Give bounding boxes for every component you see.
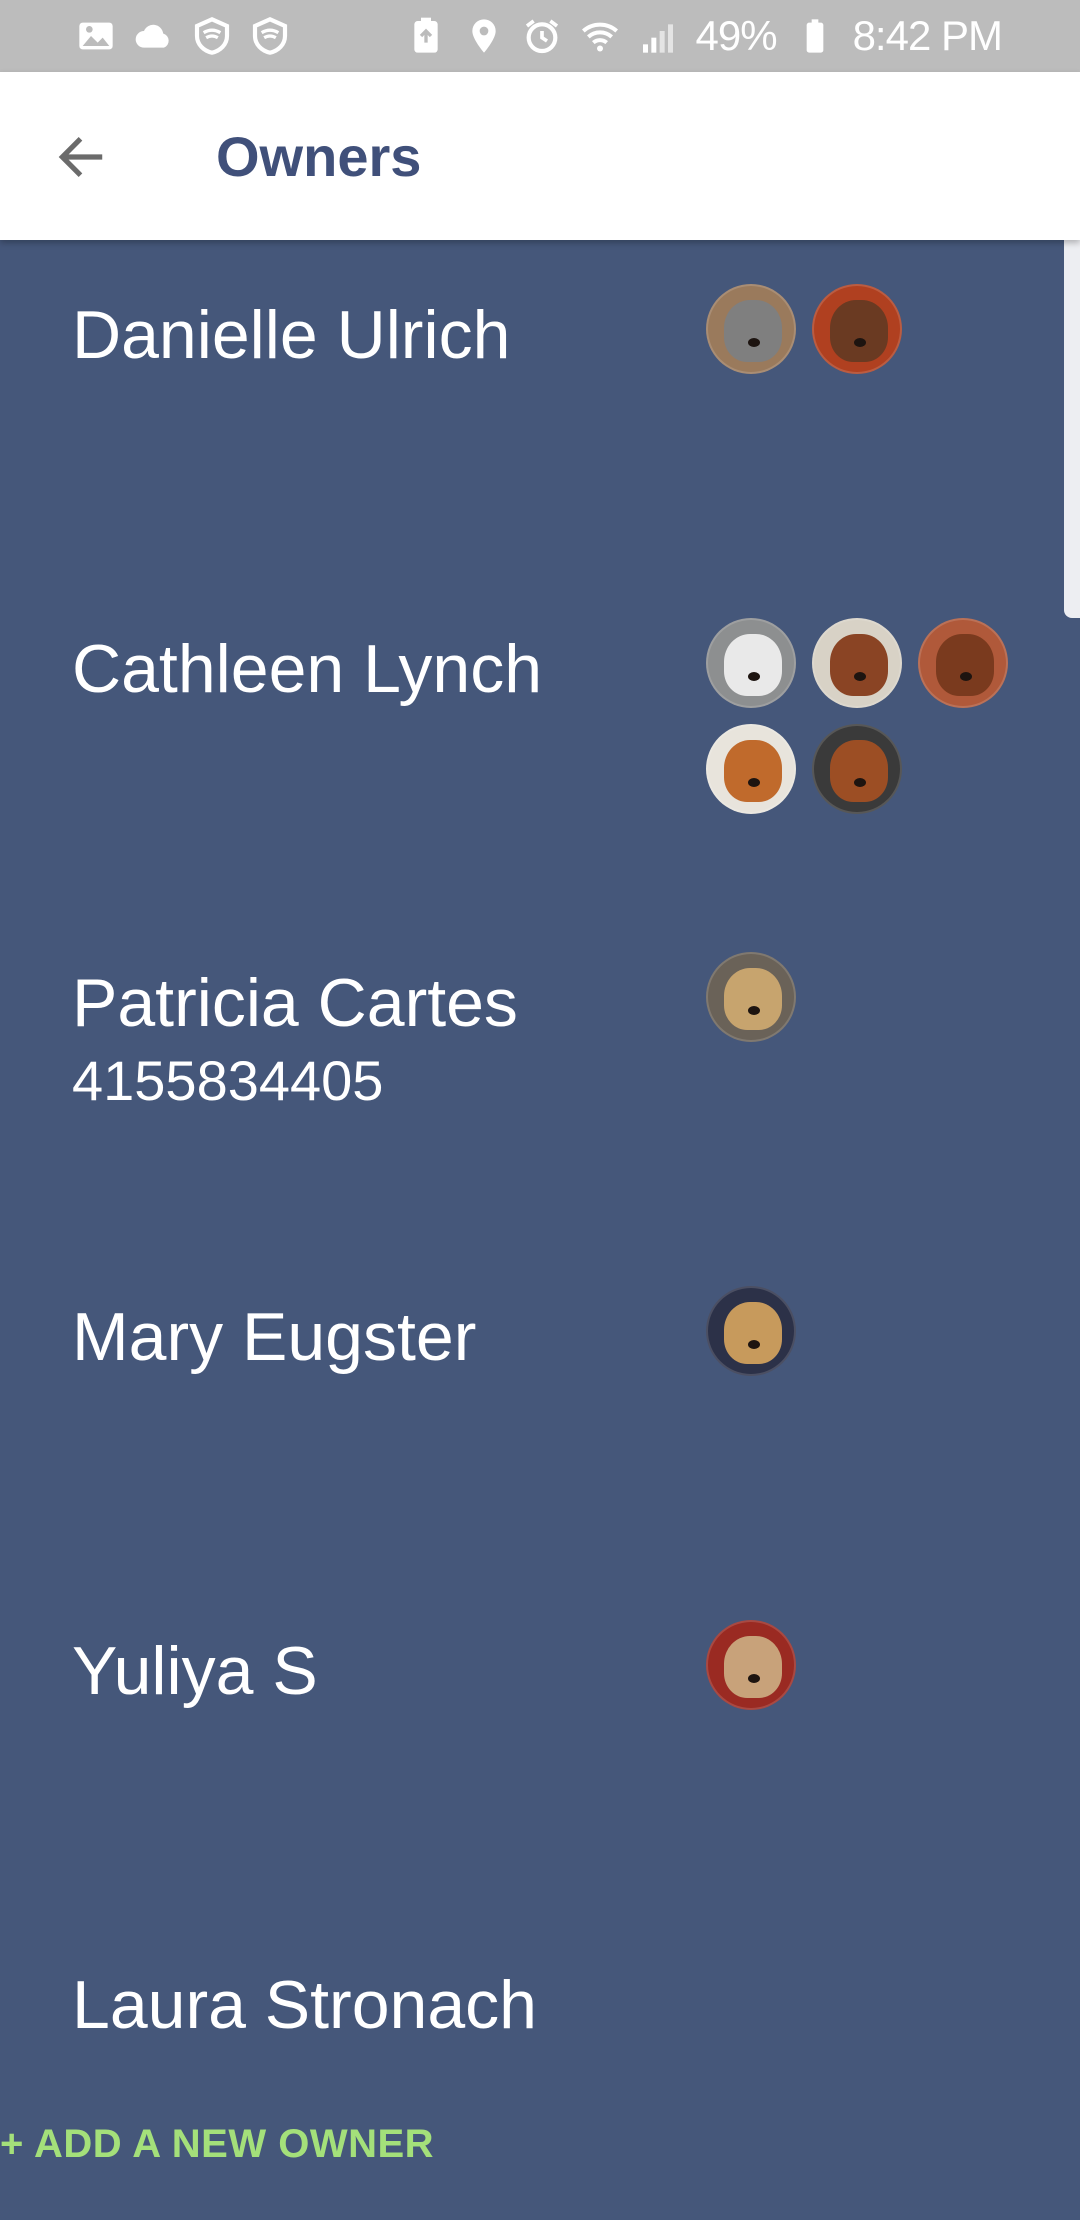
pet-nose xyxy=(748,672,760,681)
back-button[interactable] xyxy=(46,122,116,192)
pet-nose xyxy=(854,778,866,787)
owner-row[interactable]: Mary Eugster xyxy=(0,1242,1060,1576)
pet-photo xyxy=(830,740,888,802)
battery-icon xyxy=(795,16,835,56)
pet-avatar[interactable] xyxy=(706,284,796,374)
pet-avatars xyxy=(706,618,1026,814)
owner-row[interactable]: Patricia Cartes 4155834405 xyxy=(0,908,1060,1242)
owner-name: Danielle Ulrich xyxy=(72,297,511,373)
pet-avatars xyxy=(706,952,1026,1042)
alarm-icon xyxy=(522,16,562,56)
pet-avatar[interactable] xyxy=(812,724,902,814)
wifi-icon xyxy=(580,16,620,56)
pet-photo xyxy=(830,300,888,362)
pet-avatar[interactable] xyxy=(706,1286,796,1376)
owner-name: Yuliya S xyxy=(72,1633,318,1709)
owners-list[interactable]: Danielle Ulrich Cathleen Lynch Patricia Ca… xyxy=(0,240,1080,2220)
pet-photo xyxy=(724,634,782,696)
pet-avatars xyxy=(706,1620,1026,1710)
image-icon xyxy=(76,16,116,56)
app-bar: Owners xyxy=(0,72,1080,240)
shield-icon xyxy=(192,16,232,56)
pet-avatar[interactable] xyxy=(706,1620,796,1710)
owner-name: Patricia Cartes xyxy=(72,965,518,1041)
status-bar: 49% 8:42 PM xyxy=(0,0,1080,72)
battery-saver-icon xyxy=(406,16,446,56)
pet-nose xyxy=(748,1006,760,1015)
pet-photo xyxy=(724,1302,782,1364)
pet-photo xyxy=(724,300,782,362)
arrow-left-icon xyxy=(58,137,103,177)
pet-nose xyxy=(854,672,866,681)
pet-photo xyxy=(936,634,994,696)
add-owner-button[interactable]: + ADD A NEW OWNER xyxy=(0,2122,434,2167)
shield-icon xyxy=(250,16,290,56)
status-bar-right: 49% 8:42 PM xyxy=(406,12,1003,60)
pet-photo xyxy=(724,740,782,802)
cloud-icon xyxy=(134,16,174,56)
pet-nose xyxy=(748,1340,760,1349)
owner-row[interactable]: Cathleen Lynch xyxy=(0,574,1060,908)
owner-name: Mary Eugster xyxy=(72,1299,477,1375)
pet-nose xyxy=(748,778,760,787)
owner-phone: 4155834405 xyxy=(72,1049,384,1112)
scrollbar[interactable] xyxy=(1064,218,1080,618)
pet-avatars xyxy=(706,284,1026,374)
pet-avatar[interactable] xyxy=(812,618,902,708)
owner-row[interactable]: Yuliya S xyxy=(0,1576,1060,1910)
status-time: 8:42 PM xyxy=(852,12,1003,59)
pet-nose xyxy=(960,672,972,681)
pet-avatar[interactable] xyxy=(706,724,796,814)
pet-nose xyxy=(748,1674,760,1683)
pet-avatar[interactable] xyxy=(706,952,796,1042)
pet-avatars xyxy=(706,1286,1026,1376)
location-icon xyxy=(464,16,504,56)
pet-photo xyxy=(830,634,888,696)
owner-name: Cathleen Lynch xyxy=(72,631,543,707)
pet-avatar[interactable] xyxy=(812,284,902,374)
pet-avatar[interactable] xyxy=(706,618,796,708)
owner-row[interactable]: Danielle Ulrich xyxy=(0,240,1060,574)
owner-row[interactable]: Laura Stronach xyxy=(0,1910,1060,2220)
status-bar-left xyxy=(76,16,290,56)
battery-percent: 49% xyxy=(695,12,778,59)
owner-name: Laura Stronach xyxy=(72,1967,537,2043)
pet-photo xyxy=(724,968,782,1030)
page-title: Owners xyxy=(216,125,422,188)
pet-avatar[interactable] xyxy=(918,618,1008,708)
pet-nose xyxy=(748,338,760,347)
signal-icon xyxy=(638,16,678,56)
pet-nose xyxy=(854,338,866,347)
pet-photo xyxy=(724,1636,782,1698)
